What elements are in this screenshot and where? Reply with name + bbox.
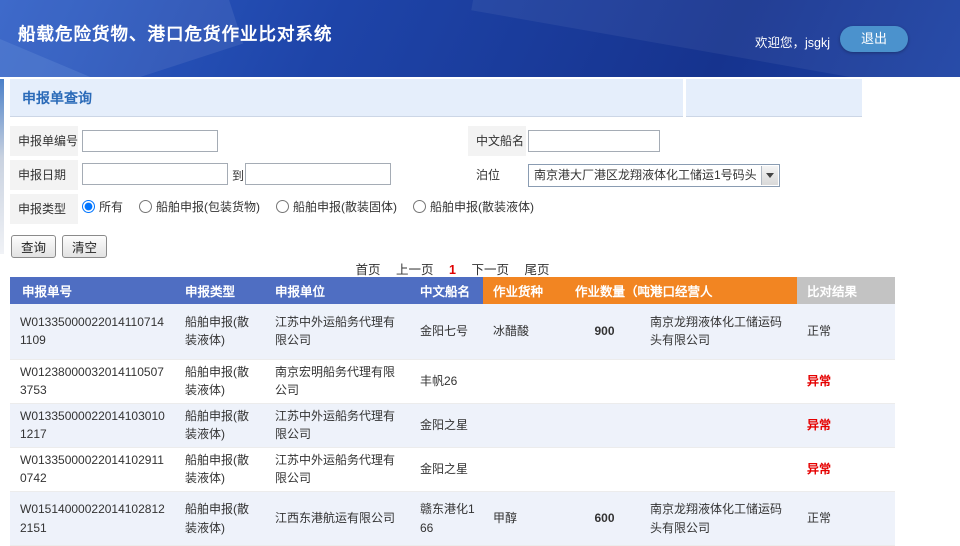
- cell-decl-no: W013350000220141030101217: [10, 403, 175, 447]
- cell-cargo: [483, 359, 565, 403]
- cell-ship-name: 金阳之星: [410, 403, 483, 447]
- dropdown-arrow-icon[interactable]: [761, 166, 778, 185]
- date-to-input[interactable]: [245, 163, 391, 185]
- cell-cargo: [483, 447, 565, 491]
- decl-type-radio-option[interactable]: 船舶申报(散装固体): [276, 198, 397, 215]
- cell-compare-result: 异常: [797, 359, 895, 403]
- radio-input[interactable]: [413, 200, 426, 213]
- cell-ship-name: 赣东港化166: [410, 492, 483, 546]
- table-row[interactable]: W013350000220141030101217 船舶申报(散装液体) 江苏中…: [10, 403, 895, 447]
- cell-decl-type: 船舶申报(散装液体): [175, 492, 265, 546]
- decl-type-radio-option[interactable]: 所有: [82, 198, 123, 215]
- decl-type-radio-option[interactable]: 船舶申报(散装液体): [413, 198, 534, 215]
- col-decl-type: 申报类型: [175, 277, 265, 304]
- table-row[interactable]: W013350000220141107141109 船舶申报(散装液体) 江苏中…: [10, 304, 895, 359]
- cell-operator: 南京龙翔液体化工储运码头有限公司: [640, 492, 797, 546]
- cell-company: 江西东港航运有限公司: [265, 492, 410, 546]
- ship-name-label: 中文船名: [468, 126, 526, 156]
- cell-cargo: [483, 403, 565, 447]
- cell-compare-result: 正常: [797, 492, 895, 546]
- cell-quantity: [565, 403, 640, 447]
- radio-input[interactable]: [139, 200, 152, 213]
- cell-decl-no: W012380000320141105073753: [10, 359, 175, 403]
- pagination: 首页 上一页 1 下一页 尾页: [10, 259, 895, 278]
- decl-date-label: 申报日期: [10, 160, 78, 190]
- cell-decl-type: 船舶申报(散装液体): [175, 359, 265, 403]
- col-compare-result: 比对结果: [797, 277, 895, 304]
- col-operator: 港口经营人: [640, 277, 797, 304]
- decl-type-label: 申报类型: [10, 194, 78, 224]
- cell-quantity: 600: [565, 492, 640, 546]
- logout-button[interactable]: 退出: [840, 26, 908, 52]
- cell-operator: 南京龙翔液体化工储运码头有限公司: [640, 304, 797, 359]
- page-title: 申报单查询: [22, 79, 683, 117]
- pagination-last[interactable]: 尾页: [524, 263, 549, 277]
- ship-name-input[interactable]: [528, 130, 660, 152]
- berth-label: 泊位: [468, 160, 526, 190]
- cell-decl-type: 船舶申报(散装液体): [175, 447, 265, 491]
- cell-quantity: 900: [565, 304, 640, 359]
- radio-input[interactable]: [276, 200, 289, 213]
- pagination-next[interactable]: 下一页: [471, 263, 509, 277]
- decl-no-input[interactable]: [82, 130, 218, 152]
- col-cargo: 作业货种: [483, 277, 565, 304]
- table-header-row: 申报单号 申报类型 申报单位 中文船名 作业货种 作业数量（吨） 港口经营人 比…: [10, 277, 895, 304]
- cell-decl-no: W013350000220141107141109: [10, 304, 175, 359]
- date-to-label: 到: [232, 167, 244, 184]
- cell-operator: [640, 447, 797, 491]
- decl-no-label: 申报单编号: [10, 126, 78, 156]
- app-title: 船载危险货物、港口危货作业比对系统: [18, 0, 333, 68]
- tab-declaration-query[interactable]: 申报单查询: [10, 79, 683, 117]
- cell-compare-result: 异常: [797, 403, 895, 447]
- cell-decl-no: W015140000220141028122151: [10, 492, 175, 546]
- table-row[interactable]: W015140000220141028122151 船舶申报(散装液体) 江西东…: [10, 492, 895, 546]
- col-ship-name: 中文船名: [410, 277, 483, 304]
- decl-type-radio-group: 所有 船舶申报(包装货物) 船舶申报(散装固体) 船舶申报(散装液体): [82, 198, 550, 215]
- radio-option-label: 船舶申报(散装液体): [430, 198, 534, 215]
- col-decl-no: 申报单号: [10, 277, 175, 304]
- col-quantity: 作业数量（吨）: [565, 277, 640, 304]
- cell-company: 江苏中外运船务代理有限公司: [265, 304, 410, 359]
- radio-option-label: 船舶申报(散装固体): [293, 198, 397, 215]
- tab-side-panel: [686, 79, 862, 117]
- query-button[interactable]: 查询: [11, 235, 56, 258]
- table-row[interactable]: W012380000320141105073753 船舶申报(散装液体) 南京宏…: [10, 359, 895, 403]
- date-from-input[interactable]: [82, 163, 228, 185]
- cell-quantity: [565, 447, 640, 491]
- cell-company: 江苏中外运船务代理有限公司: [265, 403, 410, 447]
- cell-compare-result: 异常: [797, 447, 895, 491]
- cell-decl-type: 船舶申报(散装液体): [175, 304, 265, 359]
- berth-select[interactable]: 南京港大厂港区龙翔液体化工储运1号码头: [528, 164, 780, 187]
- cell-quantity: [565, 359, 640, 403]
- cell-cargo: 甲醇: [483, 492, 565, 546]
- pagination-first[interactable]: 首页: [356, 263, 381, 277]
- welcome-text: 欢迎您，jsgkj: [755, 32, 830, 51]
- cell-compare-result: 正常: [797, 304, 895, 359]
- radio-option-label: 船舶申报(包装货物): [156, 198, 260, 215]
- result-table: 申报单号 申报类型 申报单位 中文船名 作业货种 作业数量（吨） 港口经营人 比…: [10, 277, 895, 546]
- cell-ship-name: 金阳七号: [410, 304, 483, 359]
- app-header: 船载危险货物、港口危货作业比对系统 欢迎您，jsgkj 退出: [0, 0, 960, 77]
- table-row[interactable]: W013350000220141029110742 船舶申报(散装液体) 江苏中…: [10, 447, 895, 491]
- cell-cargo: 冰醋酸: [483, 304, 565, 359]
- berth-selected-value: 南京港大厂港区龙翔液体化工储运1号码头: [534, 168, 757, 182]
- pagination-prev[interactable]: 上一页: [396, 263, 434, 277]
- cell-ship-name: 金阳之星: [410, 447, 483, 491]
- cell-decl-no: W013350000220141029110742: [10, 447, 175, 491]
- cell-operator: [640, 403, 797, 447]
- cell-company: 江苏中外运船务代理有限公司: [265, 447, 410, 491]
- cell-decl-type: 船舶申报(散装液体): [175, 403, 265, 447]
- left-accent-bar: [0, 79, 4, 254]
- radio-option-label: 所有: [99, 198, 123, 215]
- col-company: 申报单位: [265, 277, 410, 304]
- clear-button[interactable]: 清空: [62, 235, 107, 258]
- pagination-current-page: 1: [449, 263, 456, 277]
- cell-company: 南京宏明船务代理有限公司: [265, 359, 410, 403]
- cell-ship-name: 丰帆26: [410, 359, 483, 403]
- cell-operator: [640, 359, 797, 403]
- decl-type-radio-option[interactable]: 船舶申报(包装货物): [139, 198, 260, 215]
- radio-input[interactable]: [82, 200, 95, 213]
